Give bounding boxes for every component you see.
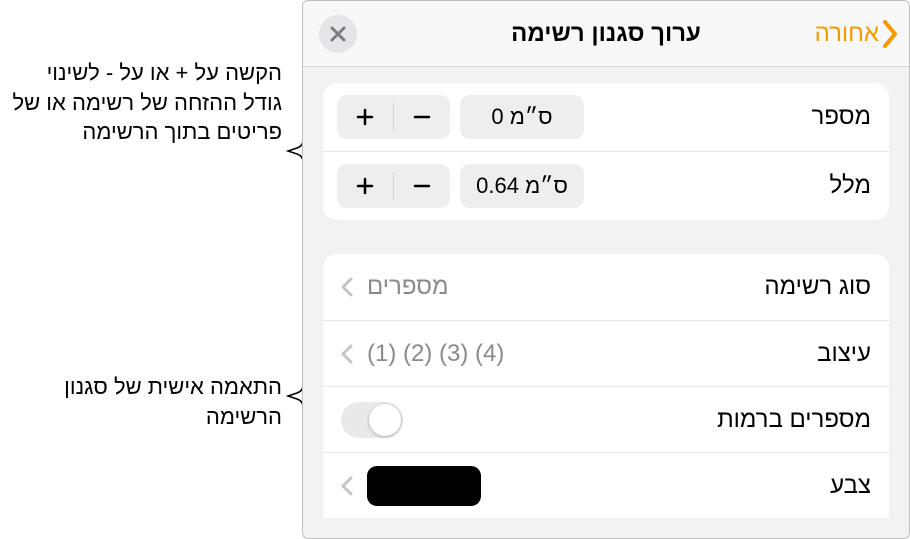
- chevron-left-icon: [341, 476, 353, 496]
- number-indent-decrement[interactable]: [394, 95, 450, 139]
- close-icon: [330, 26, 346, 42]
- text-indent-increment[interactable]: [337, 164, 393, 208]
- tiered-numbers-row: מספרים ברמות: [323, 386, 889, 452]
- panel-title: ערוך סגנון רשימה: [511, 20, 701, 48]
- panel-header: אחורה ערוך סגנון רשימה: [303, 1, 909, 67]
- list-style-group: סוג רשימה מספרים עיצוב (1) (2) (3) (4): [323, 254, 889, 518]
- list-type-row[interactable]: סוג רשימה מספרים: [323, 254, 889, 320]
- minus-icon: [413, 177, 431, 195]
- indent-steppers-group: מספר 0 ס״מ מלל 0.64 ס״מ: [323, 83, 889, 220]
- chevron-left-icon: [341, 277, 353, 297]
- color-label: צבע: [830, 472, 871, 500]
- close-button[interactable]: [319, 15, 357, 53]
- number-indent-row: מספר 0 ס״מ: [323, 83, 889, 151]
- number-indent-increment[interactable]: [337, 95, 393, 139]
- chevron-left-icon: [341, 344, 353, 364]
- stepper-divider: [393, 172, 394, 200]
- tiered-numbers-label: מספרים ברמות: [717, 406, 871, 434]
- toggle-knob: [369, 404, 401, 436]
- number-indent-value: 0 ס״מ: [460, 95, 584, 139]
- list-type-value: מספרים: [367, 273, 448, 301]
- text-indent-label: מלל: [830, 172, 871, 200]
- format-value: (1) (2) (3) (4): [367, 340, 504, 368]
- edit-list-style-panel: אחורה ערוך סגנון רשימה מספר 0 ס״מ: [302, 0, 910, 539]
- format-row[interactable]: עיצוב (1) (2) (3) (4): [323, 320, 889, 386]
- number-indent-stepper: [337, 95, 450, 139]
- stepper-divider: [393, 103, 394, 131]
- number-indent-label: מספר: [812, 103, 871, 131]
- back-label: אחורה: [815, 20, 879, 48]
- callout-style-customize: התאמה אישית של סגנון הרשימה: [10, 372, 282, 431]
- text-indent-row: מלל 0.64 ס״מ: [323, 151, 889, 220]
- text-indent-value: 0.64 ס״מ: [460, 164, 584, 208]
- text-indent-stepper: [337, 164, 450, 208]
- tiered-numbers-toggle[interactable]: [341, 402, 403, 438]
- color-row[interactable]: צבע: [323, 452, 889, 518]
- back-button[interactable]: אחורה: [815, 1, 897, 66]
- chevron-right-icon: [881, 20, 897, 48]
- minus-icon: [413, 108, 431, 126]
- plus-icon: [356, 177, 374, 195]
- callout-indent-stepper: הקשה על + או על - לשינוי גודל ההזחה של ר…: [10, 58, 282, 147]
- text-indent-decrement[interactable]: [394, 164, 450, 208]
- plus-icon: [356, 108, 374, 126]
- list-type-label: סוג רשימה: [764, 273, 871, 301]
- format-label: עיצוב: [817, 340, 871, 368]
- color-swatch: [367, 466, 481, 506]
